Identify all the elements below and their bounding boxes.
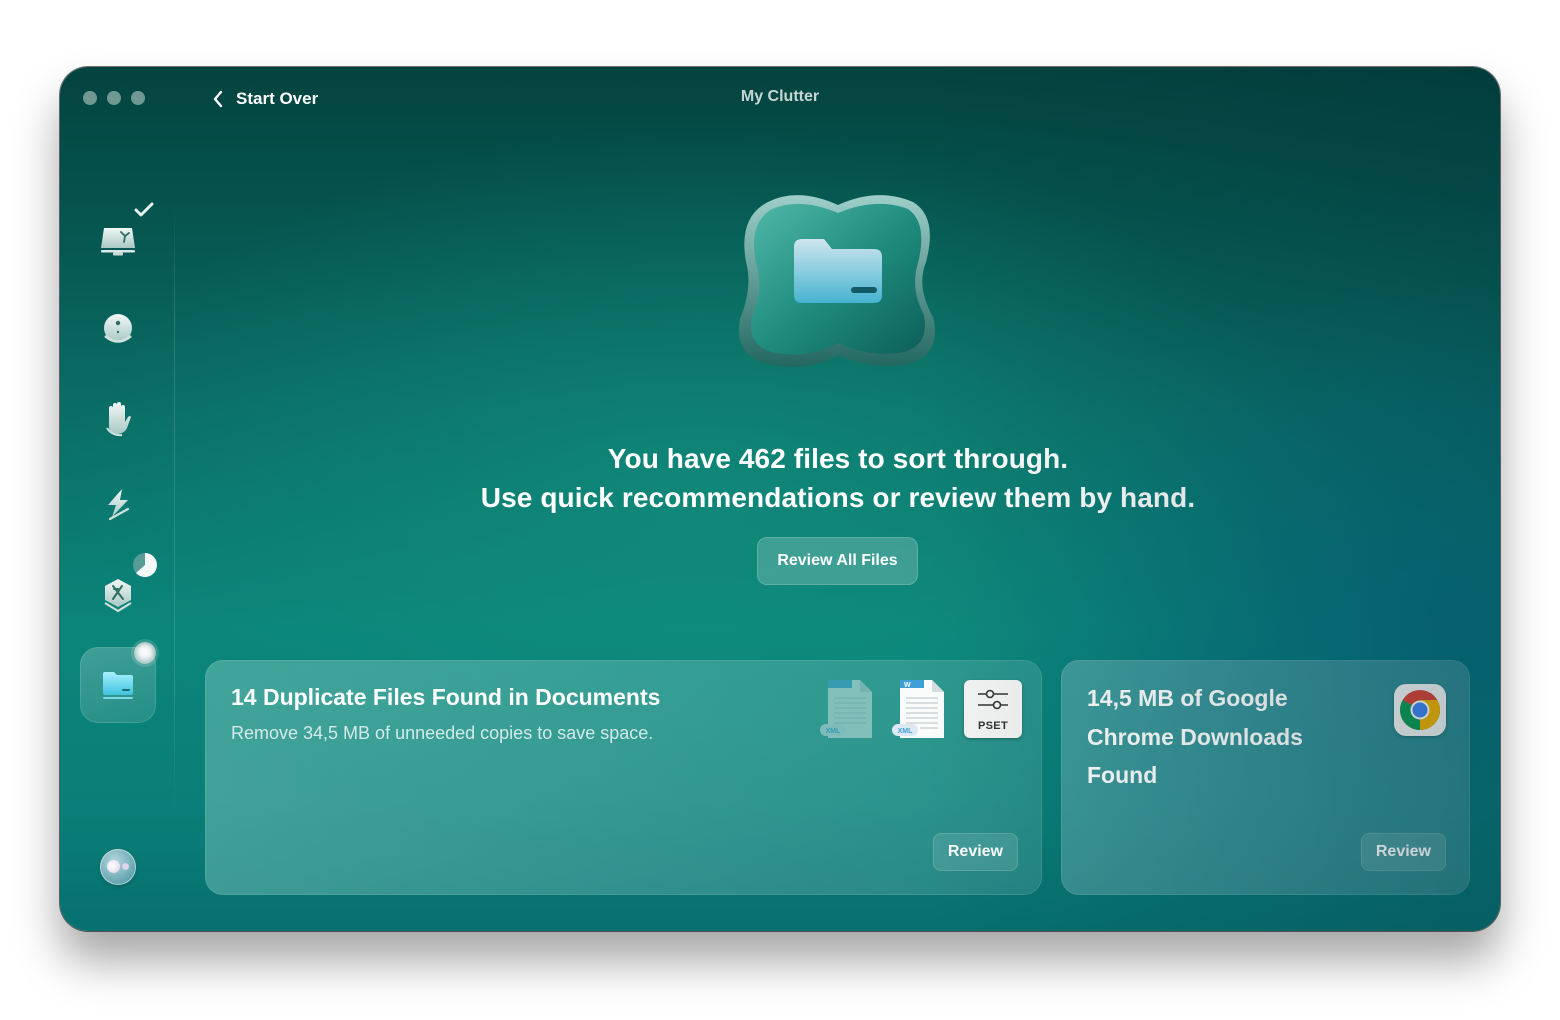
sidebar-item-cleanup[interactable] [80,291,156,367]
hand-protection-icon [106,402,131,437]
computer-cleanup-icon [101,228,135,256]
svg-text:W: W [904,682,911,689]
sidebar-item-applications[interactable] [80,557,156,633]
window-title: My Clutter [740,88,820,105]
svg-text:XML: XML [826,728,842,735]
review-all-files-button[interactable]: Review All Files [757,537,918,585]
sidebar-item-protection[interactable] [80,380,156,456]
pset-icon: PSET [964,680,1022,738]
chrome-icon [1394,684,1446,736]
hero-message: You have 462 files to sort through. Use … [176,439,1500,517]
review-duplicates-button[interactable]: Review [932,833,1018,871]
assistant-icon [107,860,120,873]
review-chrome-downloads-button[interactable]: Review [1360,833,1446,871]
card-subtitle: Remove 34,5 MB of unneeded copies to sav… [231,723,654,743]
pset-label: PSET [978,720,1008,732]
xml-doc-icon: XML [820,678,878,740]
assistant-icon-dot [122,863,129,870]
duplicates-card[interactable]: 14 Duplicate Files Found in Documents Re… [205,660,1042,895]
svg-text:XML: XML [898,728,914,735]
lightning-icon [108,489,130,521]
app-window: Start Over My Clutter You have 462 files… [60,67,1500,931]
disk-cleanup-icon [104,314,132,343]
xml-doc-icon: W XML [892,678,950,740]
sidebar-item-my-clutter[interactable] [80,647,156,723]
sidebar-item-smart-care[interactable] [80,202,156,278]
apps-icon [104,579,132,613]
card-title: 14,5 MB of Google Chrome Downloads Found [1087,685,1303,788]
sidebar [60,67,176,931]
folder-icon [103,672,133,699]
sidebar-divider [174,197,175,817]
hero-folder-icon [738,195,935,368]
hero-line-1: You have 462 files to sort through. [607,443,1069,474]
hero-line-2: Use quick recommendations or review them… [480,482,1196,513]
sidebar-item-performance[interactable] [80,467,156,543]
card-title: 14 Duplicate Files Found in Documents [231,684,661,710]
chrome-downloads-card[interactable]: 14,5 MB of Google Chrome Downloads Found… [1061,660,1470,895]
file-icons: XML W XML PSET [820,678,1022,740]
assistant-button[interactable] [100,849,136,885]
